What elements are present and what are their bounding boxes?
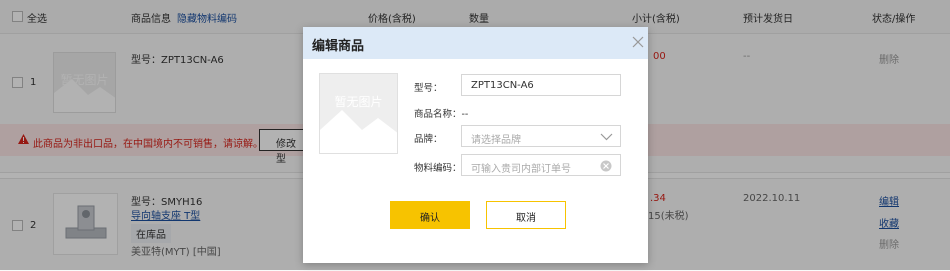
mountain-icon bbox=[320, 110, 397, 153]
code-label: 物料编码： bbox=[414, 163, 462, 174]
clear-icon[interactable] bbox=[600, 160, 612, 172]
model-field[interactable]: ZPT13CN-A6 bbox=[461, 74, 621, 96]
code-placeholder: 可输入贵司内部订单号 bbox=[471, 164, 571, 175]
model-field-value: ZPT13CN-A6 bbox=[471, 80, 534, 91]
edit-product-dialog: 编辑商品 暂无图片 型号： ZPT13CN-A6 商品名称：-- 品牌： 请选择… bbox=[303, 27, 648, 263]
confirm-label: 确认 bbox=[420, 213, 440, 224]
dialog-title: 编辑商品 bbox=[312, 39, 365, 54]
close-icon[interactable] bbox=[632, 36, 644, 48]
confirm-button[interactable]: 确认 bbox=[390, 201, 470, 229]
brand-placeholder: 请选择品牌 bbox=[471, 135, 521, 146]
dialog-image-placeholder: 暂无图片 bbox=[319, 73, 398, 154]
model-label: 型号： bbox=[414, 83, 443, 94]
chevron-down-icon bbox=[600, 133, 613, 141]
product-name-label: 商品名称：-- bbox=[414, 109, 469, 120]
brand-label: 品牌： bbox=[414, 134, 443, 145]
no-image-text: 暂无图片 bbox=[334, 94, 383, 109]
cancel-button[interactable]: 取消 bbox=[486, 201, 566, 229]
material-code-input[interactable]: 可输入贵司内部订单号 bbox=[461, 154, 621, 176]
brand-select[interactable]: 请选择品牌 bbox=[461, 125, 621, 147]
cancel-label: 取消 bbox=[516, 213, 536, 224]
